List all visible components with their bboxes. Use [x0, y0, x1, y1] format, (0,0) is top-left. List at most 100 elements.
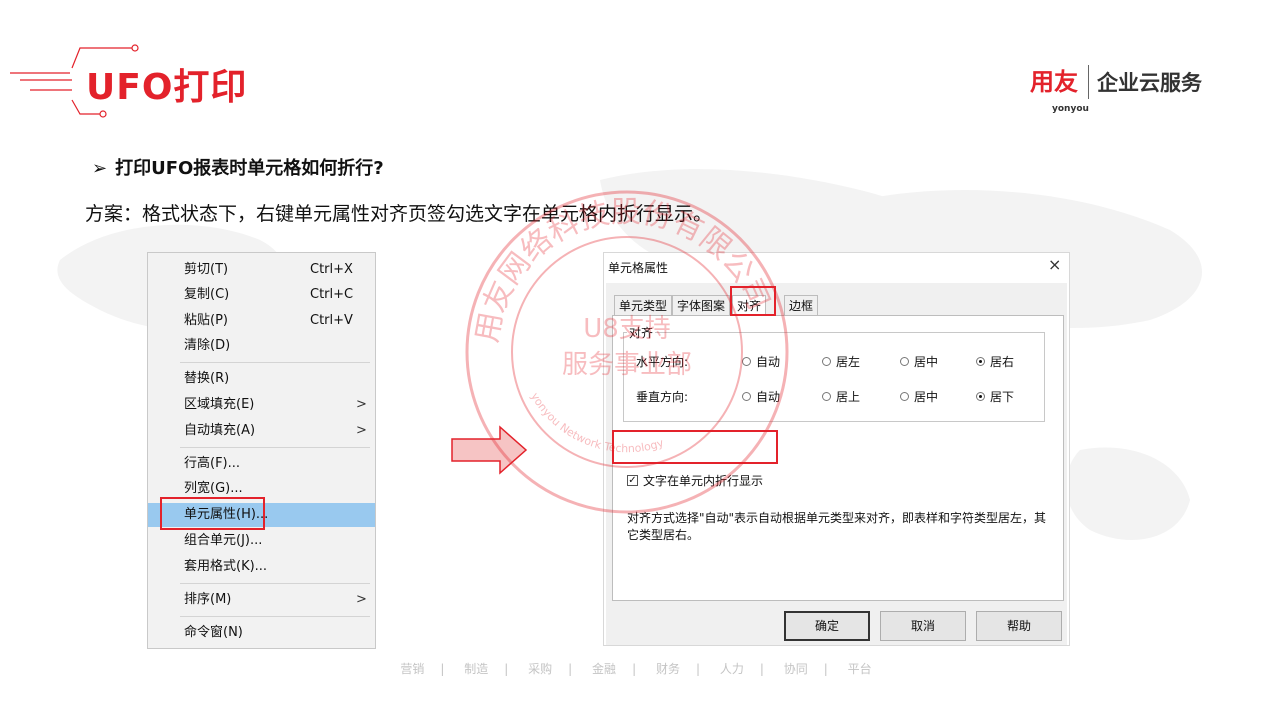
- footer-divider: |: [632, 662, 637, 676]
- menu-item-apply-format[interactable]: 套用格式(K)...: [148, 555, 375, 579]
- alignment-group: 水平方向: 自动 居左 居中 居右 垂直方向: 自动 居上 居中 居下: [623, 332, 1045, 422]
- tab-border[interactable]: 边框: [784, 295, 819, 315]
- logo-sub-text: yonyou: [1052, 104, 1089, 114]
- close-icon[interactable]: ×: [1048, 255, 1061, 274]
- radio-vertical-bottom[interactable]: 居下: [976, 388, 1014, 405]
- menu-item-label: 复制(C): [184, 287, 230, 302]
- radio-label: 居上: [836, 390, 861, 404]
- footer-item: 平台: [847, 662, 872, 676]
- radio-label: 居中: [914, 355, 939, 369]
- menu-item-label: 套用格式(K)...: [184, 559, 268, 574]
- radio-label: 居右: [990, 355, 1015, 369]
- logo-mark-text: 用友: [1030, 68, 1078, 96]
- radio-vertical-top[interactable]: 居上: [822, 388, 860, 405]
- radio-label: 自动: [756, 355, 781, 369]
- context-menu: 剪切(T) Ctrl+X 复制(C) Ctrl+C 粘贴(P) Ctrl+V 清除(D…: [147, 252, 376, 649]
- menu-item-label: 粘贴(P): [184, 313, 228, 328]
- radio-dot: [742, 357, 751, 366]
- help-button[interactable]: 帮助: [976, 611, 1062, 641]
- menu-item-command-window[interactable]: 命令窗(N): [148, 621, 375, 645]
- vertical-label: 垂直方向:: [636, 390, 689, 404]
- footer-nav: 营销 | 制造 | 采购 | 金融 | 财务 | 人力 | 协同 | 平台: [0, 660, 1272, 677]
- footer-item: 人力: [719, 662, 744, 676]
- menu-separator: [180, 362, 370, 363]
- menu-item-shortcut: Ctrl+X: [310, 262, 353, 277]
- menu-item-label: 排序(M): [184, 592, 232, 607]
- radio-dot: [742, 392, 751, 401]
- footer-divider: |: [823, 662, 828, 676]
- footer-divider: |: [504, 662, 509, 676]
- menu-item-sort[interactable]: 排序(M) >: [148, 588, 375, 612]
- dialog-body: 单元类型 字体图案 对齐 边框 水平方向: 自动 居左 居中 居右 垂直方向: …: [606, 283, 1067, 645]
- ok-button[interactable]: 确定: [784, 611, 870, 641]
- menu-item-cut[interactable]: 剪切(T) Ctrl+X: [148, 258, 375, 282]
- alignment-group-label: 对齐: [627, 324, 656, 341]
- submenu-arrow-icon: >: [356, 592, 367, 607]
- menu-item-label: 替换(R): [184, 371, 230, 386]
- radio-dot-selected: [976, 357, 985, 366]
- menu-item-label: 自动填充(A): [184, 423, 256, 438]
- menu-item-copy[interactable]: 复制(C) Ctrl+C: [148, 283, 375, 307]
- radio-label: 居左: [836, 355, 861, 369]
- tab-font-pattern[interactable]: 字体图案: [672, 295, 731, 315]
- footer-item: 协同: [783, 662, 808, 676]
- pointer-arrow-icon: [451, 425, 528, 475]
- radio-vertical-auto[interactable]: 自动: [742, 388, 780, 405]
- radio-horizontal-auto[interactable]: 自动: [742, 353, 780, 370]
- submenu-arrow-icon: >: [356, 397, 367, 412]
- footer-item: 制造: [464, 662, 489, 676]
- menu-separator: [180, 583, 370, 584]
- menu-item-label: 剪切(T): [184, 262, 229, 277]
- wrap-text-label: 文字在单元内折行显示: [643, 474, 764, 488]
- menu-item-paste[interactable]: 粘贴(P) Ctrl+V: [148, 309, 375, 333]
- radio-horizontal-center[interactable]: 居中: [900, 353, 938, 370]
- question-heading: ➢ 打印UFO报表时单元格如何折行?: [92, 154, 384, 180]
- footer-item: 金融: [592, 662, 617, 676]
- footer-divider: |: [440, 662, 445, 676]
- menu-item-label: 命令窗(N): [184, 625, 243, 640]
- horizontal-label: 水平方向:: [636, 355, 689, 369]
- menu-item-label: 行高(F)...: [184, 456, 241, 471]
- radio-vertical-center[interactable]: 居中: [900, 388, 938, 405]
- footer-item: 营销: [400, 662, 425, 676]
- radio-label: 自动: [756, 390, 781, 404]
- radio-horizontal-left[interactable]: 居左: [822, 353, 860, 370]
- menu-item-shortcut: Ctrl+V: [310, 313, 353, 328]
- menu-item-label: 清除(D): [184, 338, 231, 353]
- menu-item-auto-fill[interactable]: 自动填充(A) >: [148, 419, 375, 443]
- solution-text: 方案：格式状态下，右键单元属性对齐页签勾选文字在单元格内折行显示。: [85, 203, 713, 225]
- yonyou-logo: 用友 yonyou 企业云服务: [1030, 62, 1202, 114]
- radio-horizontal-right[interactable]: 居右: [976, 353, 1014, 370]
- menu-item-label: 区域填充(E): [184, 397, 255, 412]
- checkbox-checked-icon: ✓: [627, 475, 638, 486]
- menu-item-row-height[interactable]: 行高(F)...: [148, 452, 375, 476]
- radio-label: 居中: [914, 390, 939, 404]
- submenu-arrow-icon: >: [356, 423, 367, 438]
- menu-item-clear[interactable]: 清除(D): [148, 334, 375, 358]
- menu-item-area-fill[interactable]: 区域填充(E) >: [148, 393, 375, 417]
- question-text: 打印UFO报表时单元格如何折行?: [115, 158, 384, 179]
- radio-dot: [900, 392, 909, 401]
- logo-separator: [1088, 65, 1089, 99]
- radio-dot-selected: [976, 392, 985, 401]
- logo-tagline: 企业云服务: [1097, 71, 1202, 95]
- footer-divider: |: [695, 662, 700, 676]
- footer-item: 财务: [655, 662, 680, 676]
- menu-separator: [180, 447, 370, 448]
- highlight-box-wrap-checkbox: [612, 430, 778, 464]
- cancel-button[interactable]: 取消: [880, 611, 966, 641]
- footer-divider: |: [759, 662, 764, 676]
- radio-dot: [822, 357, 831, 366]
- highlight-box-cell-properties: [160, 497, 265, 530]
- logo-mark: 用友 yonyou: [1030, 68, 1089, 114]
- slide-title: UFO打印: [86, 67, 248, 108]
- menu-item-combine-cells[interactable]: 组合单元(J)...: [148, 529, 375, 553]
- menu-item-shortcut: Ctrl+C: [310, 287, 354, 302]
- bullet-arrow-icon: ➢: [92, 158, 108, 179]
- radio-dot: [900, 357, 909, 366]
- menu-item-replace[interactable]: 替换(R): [148, 367, 375, 391]
- tab-cell-type[interactable]: 单元类型: [614, 295, 673, 315]
- radio-label: 居下: [990, 390, 1015, 404]
- dialog-title: 单元格属性: [608, 261, 669, 275]
- wrap-text-checkbox[interactable]: ✓ 文字在单元内折行显示: [627, 472, 763, 489]
